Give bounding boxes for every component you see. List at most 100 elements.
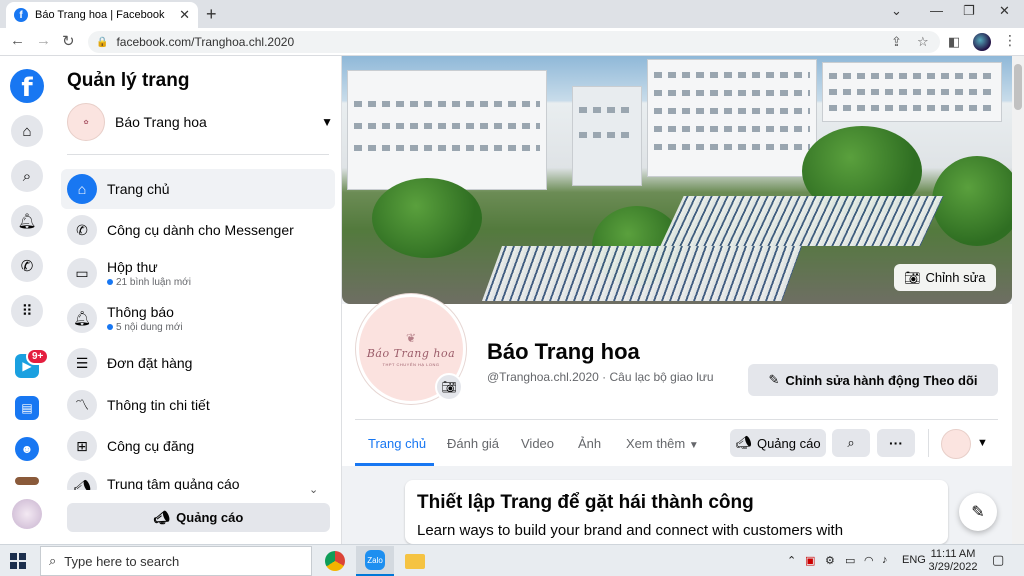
- battery-icon[interactable]: ▭: [845, 554, 855, 567]
- facebook-logo-icon[interactable]: f: [10, 69, 44, 103]
- page-name: Báo Trang hoa: [487, 339, 640, 364]
- menu-item-messenger-tools[interactable]: ✆ Công cụ dành cho Messenger: [61, 210, 335, 250]
- folder-icon: [405, 553, 425, 569]
- windows-start-icon[interactable]: [10, 553, 26, 569]
- chevron-down-icon[interactable]: ⌄: [309, 483, 318, 496]
- page-switcher[interactable]: ✿ Báo Trang hoa ▼: [67, 102, 333, 142]
- notifications-bell-icon[interactable]: 🔔︎: [11, 205, 43, 237]
- taskbar-chrome[interactable]: [316, 546, 354, 576]
- messenger-icon: ✆: [67, 215, 97, 245]
- minimize-icon[interactable]: —: [930, 3, 943, 18]
- notification-count: 5 nội dung mới: [116, 321, 183, 333]
- menu-item-home[interactable]: ⌂ Trang chủ: [61, 169, 335, 209]
- search-icon[interactable]: ⌕: [11, 160, 43, 192]
- search-page-button[interactable]: ⌕: [832, 429, 870, 457]
- restore-icon[interactable]: ❐: [963, 3, 975, 19]
- close-tab-icon[interactable]: ✕: [179, 7, 190, 23]
- caret-down-icon[interactable]: ▼: [321, 115, 333, 129]
- menu-item-publishing-tools[interactable]: ⊞ Công cụ đăng: [61, 426, 335, 466]
- close-window-icon[interactable]: ✕: [999, 3, 1010, 19]
- publishing-tools-icon: ⊞: [67, 431, 97, 461]
- antivirus-tray-icon[interactable]: ▣: [805, 554, 815, 567]
- insights-icon: 〽: [67, 390, 97, 420]
- menu-item-ad-center[interactable]: 📣︎ Trung tâm quảng cáo: [61, 466, 335, 490]
- language-indicator[interactable]: ENG: [902, 554, 926, 566]
- profile-logo-subtext: THPT CHUYÊN HẠ LONG: [382, 362, 440, 367]
- reload-icon[interactable]: ↻: [62, 32, 75, 50]
- search-icon: ⌕: [49, 553, 57, 568]
- tray-app-icon[interactable]: ⚙: [825, 554, 835, 567]
- tab-search-chevron-icon[interactable]: ⌄: [891, 3, 902, 19]
- unread-dot-icon: [107, 278, 113, 285]
- tab-photos[interactable]: Ảnh: [578, 436, 601, 451]
- promote-label: Quảng cáo: [176, 510, 244, 525]
- tab-videos[interactable]: Video: [521, 436, 554, 451]
- share-icon[interactable]: ⇪: [891, 34, 902, 50]
- menu-label: Thông tin chi tiết: [107, 397, 210, 413]
- page-username-category: @Tranghoa.chl.2020 · Câu lạc bộ giao lưu: [487, 370, 714, 384]
- switch-profile-avatar[interactable]: [941, 429, 971, 459]
- chrome-icon: [325, 551, 345, 571]
- promote-button[interactable]: 📣︎ Quảng cáo: [67, 503, 330, 532]
- menu-grid-icon[interactable]: ⠿: [11, 295, 43, 327]
- taskbar-search-box[interactable]: ⌕ Type here to search: [40, 546, 312, 576]
- tab-reviews[interactable]: Đánh giá: [447, 436, 499, 451]
- tab-more[interactable]: Xem thêm ▼: [626, 436, 699, 451]
- browser-tab[interactable]: f Báo Trang hoa | Facebook ✕: [6, 2, 198, 28]
- home-icon[interactable]: ⌂: [11, 115, 43, 147]
- edit-cover-button[interactable]: 📷︎ Chỉnh sửa: [894, 264, 996, 291]
- new-tab-icon[interactable]: +: [206, 4, 217, 25]
- forward-icon[interactable]: →: [36, 32, 51, 49]
- tab-home[interactable]: Trang chủ: [368, 436, 426, 451]
- unread-dot-icon: [107, 323, 113, 330]
- browser-profile-avatar[interactable]: [973, 33, 991, 51]
- lock-icon[interactable]: 🔒: [96, 37, 108, 48]
- tray-expand-icon[interactable]: ⌃: [787, 554, 796, 567]
- crowd-illustration: [660, 196, 944, 246]
- menu-label: Đơn đặt hàng: [107, 355, 193, 371]
- clock-date: 3/29/2022: [928, 561, 978, 573]
- building-illustration: [347, 70, 547, 190]
- side-panel-icon[interactable]: ◧: [948, 34, 960, 50]
- building-illustration: [822, 62, 1002, 122]
- caret-down-icon[interactable]: ▼: [977, 437, 988, 449]
- manage-page-panel: Quản lý trang ✿ Báo Trang hoa ▼ ⌂ Trang …: [54, 56, 342, 544]
- windows-taskbar: ⌕ Type here to search Zalo ⌃ ▣ ⚙ ▭ ◠ ♪ E…: [0, 544, 1024, 576]
- page-avatar-shortcut[interactable]: [12, 499, 42, 529]
- messenger-icon[interactable]: ✆: [11, 250, 43, 282]
- megaphone-icon: 📣︎: [153, 509, 171, 525]
- taskbar-file-explorer[interactable]: [396, 546, 434, 576]
- facebook-icon-rail: f ⌂ ⌕ 🔔︎ ✆ ⠿ ▶ 9+ ▤ ☻: [0, 56, 54, 544]
- more-options-button[interactable]: ···: [877, 429, 915, 457]
- setup-card-title: Thiết lập Trang để gặt hái thành công: [417, 492, 754, 513]
- action-center-icon[interactable]: ▢: [992, 552, 1004, 568]
- edit-follow-action-button[interactable]: ✎ Chỉnh sửa hành động Theo dõi: [748, 364, 998, 396]
- wifi-icon[interactable]: ◠: [864, 554, 874, 567]
- groups-icon[interactable]: ☻: [15, 437, 39, 461]
- volume-icon[interactable]: ♪: [882, 554, 888, 566]
- menu-sublabel: 5 nội dung mới: [107, 322, 183, 333]
- bookmark-star-icon[interactable]: ☆: [917, 34, 929, 50]
- shortcut-thumbnail[interactable]: [15, 477, 39, 485]
- caret-down-icon: ▼: [688, 440, 699, 451]
- scrollbar-track[interactable]: [1012, 56, 1024, 544]
- more-dots-icon: ···: [889, 435, 903, 451]
- back-icon[interactable]: ←: [10, 32, 25, 49]
- edit-cover-label: Chỉnh sửa: [925, 270, 986, 285]
- system-clock[interactable]: 11:11 AM 3/29/2022: [925, 548, 981, 574]
- menu-label: Thông báo: [107, 303, 174, 320]
- marketplace-icon[interactable]: ▤: [15, 396, 39, 420]
- home-icon: ⌂: [67, 174, 97, 204]
- update-profile-picture-icon[interactable]: 📷︎: [435, 373, 463, 401]
- menu-item-orders[interactable]: ☰ Đơn đặt hàng: [61, 343, 335, 383]
- menu-label: Công cụ đăng: [107, 438, 195, 454]
- address-bar[interactable]: 🔒 facebook.com/Tranghoa.chl.2020: [88, 31, 940, 53]
- menu-item-notifications[interactable]: 🔔︎ Thông báo 5 nội dung mới: [61, 298, 335, 338]
- browser-menu-icon[interactable]: ⋮: [1003, 32, 1017, 49]
- menu-item-inbox[interactable]: ▭ Hộp thư 21 bình luận mới: [61, 253, 335, 293]
- scrollbar-thumb[interactable]: [1014, 64, 1022, 110]
- taskbar-zalo[interactable]: Zalo: [356, 546, 394, 576]
- new-message-compose-icon[interactable]: ✎: [959, 493, 997, 531]
- promote-tab-button[interactable]: 📣︎ Quảng cáo: [730, 429, 826, 457]
- menu-item-insights[interactable]: 〽 Thông tin chi tiết: [61, 385, 335, 425]
